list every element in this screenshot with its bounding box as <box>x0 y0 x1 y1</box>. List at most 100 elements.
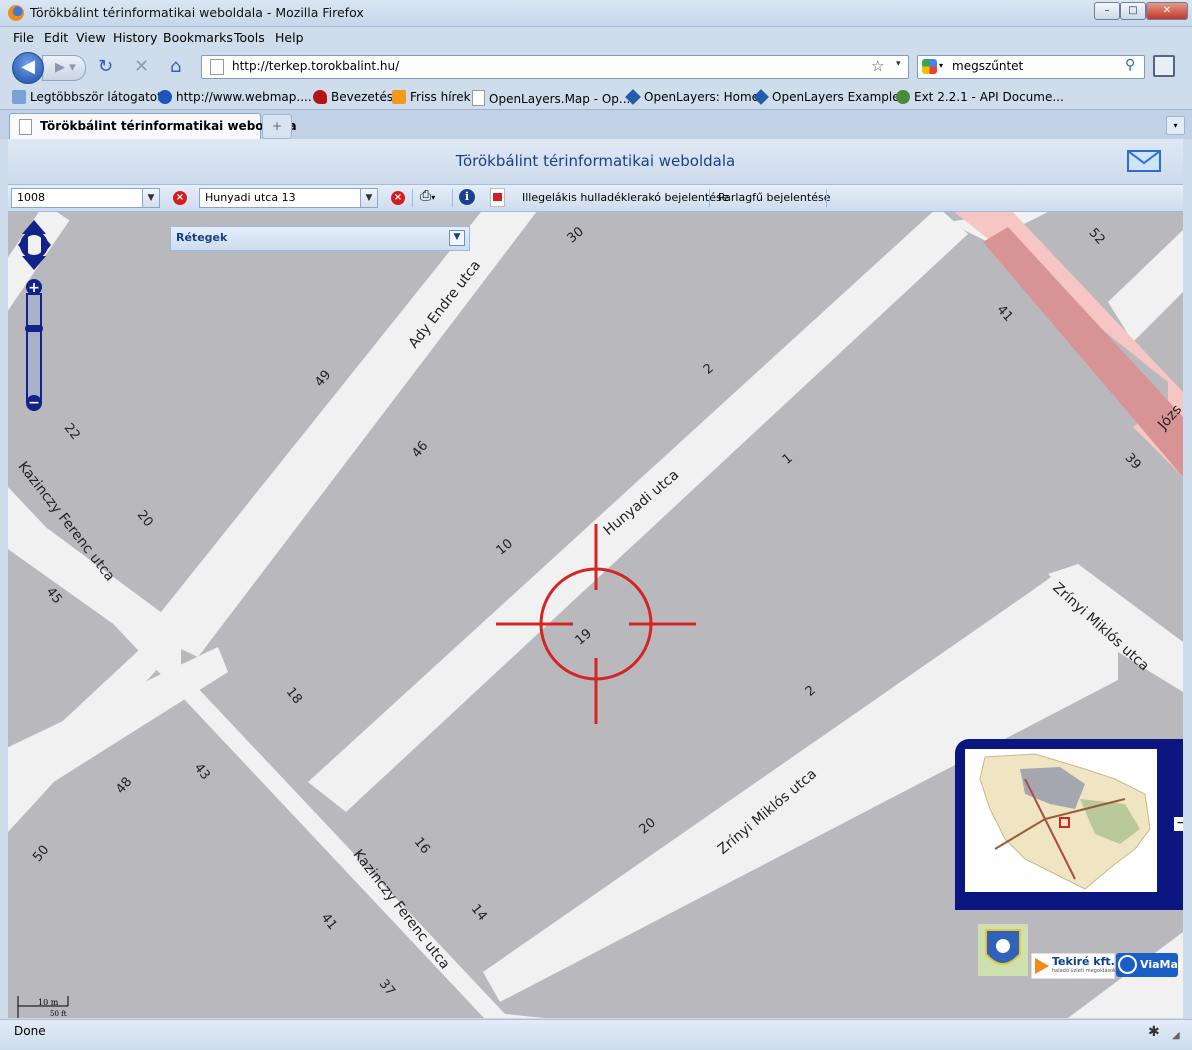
bookmark-ext-api[interactable]: Ext 2.2.1 - API Docume... <box>896 90 1064 104</box>
overview-map-image[interactable] <box>965 749 1157 892</box>
bookmark-openlayers-map[interactable]: OpenLayers.Map - Op... <box>472 90 630 106</box>
ext-icon <box>896 90 910 104</box>
window-titlebar: Törökbálint térinformatikai weboldala - … <box>0 0 1192 27</box>
bookmark-friss-hirek[interactable]: Friss hírek <box>392 90 471 104</box>
pdf-icon[interactable] <box>490 188 505 207</box>
clear-icon[interactable]: × <box>173 191 187 205</box>
page-header: Törökbálint térinformatikai weboldala <box>8 139 1183 185</box>
chevron-down-icon[interactable]: ▼ <box>360 189 377 207</box>
house-number: 49 <box>312 368 334 390</box>
house-number: 19 <box>573 626 595 648</box>
svg-text:+: + <box>28 280 40 296</box>
rss-icon <box>392 90 406 104</box>
house-number: 16 <box>411 835 433 857</box>
house-number: 43 <box>191 761 213 783</box>
star-icon[interactable]: ☆ <box>871 57 884 75</box>
new-tab-button[interactable]: + <box>262 114 292 139</box>
map-toolbar: 1008 ▼ × Hunyadi utca 13 ▼ × ⎙▾ i Illege… <box>8 185 1183 212</box>
street-label: Kazinczy Ferenc utca <box>350 847 453 973</box>
bookmark-openlayers-examples[interactable]: OpenLayers Examples <box>753 89 906 105</box>
menu-history[interactable]: History <box>113 30 157 45</box>
house-number: 14 <box>468 902 490 924</box>
page-icon <box>19 119 32 135</box>
openlayers-icon <box>753 89 769 105</box>
address-combo-value[interactable]: Hunyadi utca 13 <box>205 191 296 204</box>
minimize-button[interactable]: – <box>1094 2 1120 20</box>
street-combo-value[interactable]: 1008 <box>17 191 45 204</box>
bug-icon[interactable]: ✱ <box>1148 1024 1160 1040</box>
address-bar[interactable]: http://terkep.torokbalint.hu/ ☆ ▾ <box>201 55 909 79</box>
overview-map <box>955 739 1183 910</box>
resize-grip-icon[interactable]: ◢ <box>1172 1030 1180 1041</box>
firefox-icon <box>8 5 24 21</box>
house-number: 1 <box>780 451 796 468</box>
mail-icon[interactable] <box>1126 145 1164 175</box>
house-number: 10 <box>494 536 516 558</box>
menu-view[interactable]: View <box>76 30 106 45</box>
bookmark-openlayers-home[interactable]: OpenLayers: Home <box>625 89 759 105</box>
house-number: 50 <box>30 843 52 865</box>
back-button[interactable]: ◀ <box>12 52 44 84</box>
overview-toggle-button[interactable]: − <box>1173 816 1183 832</box>
clear-icon[interactable]: × <box>391 191 405 205</box>
layers-panel-title: Rétegek <box>176 231 228 244</box>
menu-edit[interactable]: Edit <box>44 30 68 45</box>
house-number: 41 <box>318 911 340 933</box>
windows-icon[interactable] <box>1153 55 1175 77</box>
bookmark-webmap[interactable]: http://www.webmap.... <box>158 90 312 104</box>
menu-help[interactable]: Help <box>275 30 304 45</box>
bookmark-bevezetes[interactable]: Bevezetés <box>313 90 393 104</box>
url-text[interactable]: http://terkep.torokbalint.hu/ <box>232 59 399 73</box>
stop-icon[interactable]: ✕ <box>134 56 149 77</box>
reload-icon[interactable]: ↻ <box>98 56 113 77</box>
search-text[interactable]: megszűntet <box>952 59 1023 73</box>
close-button[interactable]: ✕ <box>1146 2 1188 20</box>
house-number: 2 <box>701 361 717 378</box>
engine-dropdown-icon[interactable]: ▾ <box>939 61 943 70</box>
house-number: 39 <box>1121 450 1143 472</box>
tab-active[interactable]: Törökbálint térinformatikai weboldala <box>9 113 297 139</box>
menu-file[interactable]: File <box>13 30 34 45</box>
dragon-icon <box>313 90 327 104</box>
bookmarks-toolbar: Legtöbbször látogatott http://www.webmap… <box>0 85 1192 109</box>
bookmark-most-visited[interactable]: Legtöbbször látogatott <box>12 90 167 104</box>
home-icon[interactable]: ⌂ <box>170 56 181 77</box>
chevron-down-icon[interactable]: ▼ <box>142 189 159 207</box>
status-bar: Done ✱ ◢ <box>0 1019 1192 1050</box>
page-title: Törökbálint térinformatikai weboldala <box>455 152 736 170</box>
coat-of-arms-logo <box>978 924 1028 976</box>
tab-label: Törökbálint térinformatikai weboldala <box>40 119 297 133</box>
address-combo[interactable]: Hunyadi utca 13 ▼ <box>199 188 378 208</box>
chevron-down-icon[interactable]: ▼ <box>449 230 465 246</box>
page-icon <box>210 59 224 75</box>
street-combo[interactable]: 1008 ▼ <box>11 188 160 208</box>
house-number: 37 <box>376 977 398 999</box>
menu-bookmarks[interactable]: Bookmarks <box>163 30 233 45</box>
info-icon[interactable]: i <box>459 189 475 205</box>
report-ragweed-button[interactable]: Parlagfű bejelentése <box>718 191 830 204</box>
forward-button[interactable]: ▶ ▾ <box>42 55 86 81</box>
house-number: 2 <box>803 683 819 700</box>
map-viewport[interactable]: Ady Endre utca Hunyadi utca Kazinczy Fer… <box>8 212 1183 1018</box>
globe-icon <box>1118 955 1137 974</box>
print-icon[interactable]: ⎙▾ <box>420 188 435 204</box>
openlayers-icon <box>625 89 641 105</box>
google-icon[interactable] <box>922 59 937 74</box>
house-number: 22 <box>61 421 83 443</box>
report-dumping-button[interactable]: Illegelákis hulladéklerakó bejelentése <box>522 191 728 204</box>
search-box[interactable]: ▾ megszűntet ⚲ <box>917 55 1145 79</box>
house-number: 52 <box>1085 225 1107 247</box>
viamap-logo[interactable]: ViaMap <box>1116 953 1183 977</box>
tab-list-button[interactable]: ▾ <box>1166 116 1185 135</box>
layers-panel[interactable]: Rétegek ▼ <box>170 226 470 251</box>
menu-tools[interactable]: Tools <box>234 30 265 45</box>
maximize-button[interactable]: □ <box>1120 2 1146 20</box>
road-ady-endre <box>145 212 537 657</box>
url-dropdown-icon[interactable]: ▾ <box>896 59 901 69</box>
tekire-logo[interactable]: Tekiré kft. haladó üzleti megoldások <box>1031 953 1116 979</box>
tekire-arrow-icon <box>1035 958 1049 974</box>
search-icon[interactable]: ⚲ <box>1125 57 1135 73</box>
zoom-slider[interactable]: + − <box>25 279 43 411</box>
house-number: 46 <box>409 439 431 461</box>
house-number: 41 <box>993 302 1015 324</box>
